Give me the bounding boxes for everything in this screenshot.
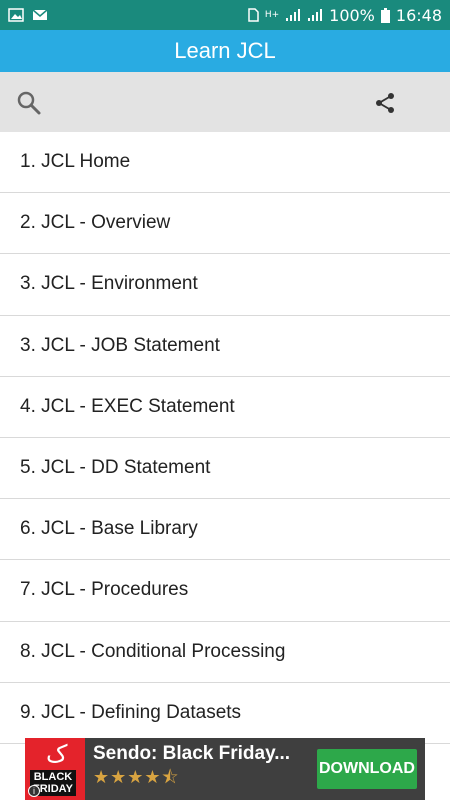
info-icon[interactable]: i	[28, 785, 40, 797]
ad-banner[interactable]: ک BLACK FRIDAY i Sendo: Black Friday... …	[25, 738, 425, 800]
image-notification-icon	[8, 8, 24, 22]
logo-glyph: ک	[46, 740, 68, 768]
app-title: Learn JCL	[174, 38, 276, 63]
list-item-label: 9. JCL - Defining Datasets	[20, 701, 242, 723]
clock: 16:48	[395, 5, 442, 25]
list-item-label: 2. JCL - Overview	[20, 212, 171, 234]
list-item-label: 3. JCL - Environment	[20, 273, 198, 295]
list-item[interactable]: 4. JCL - EXEC Statement	[0, 376, 450, 438]
list-item[interactable]: 7. JCL - Procedures	[0, 560, 450, 622]
list-item-label: 3. JCL - JOB Statement	[20, 334, 220, 356]
rating-stars: ★★★★⯪	[93, 767, 180, 787]
list-item-label: 7. JCL - Procedures	[20, 579, 189, 601]
list-item[interactable]: 3. JCL - Environment	[0, 254, 450, 316]
notification-icons	[8, 8, 48, 22]
battery-percent: 100%	[329, 5, 375, 25]
ad-app-logo: ک BLACK FRIDAY i	[25, 738, 85, 800]
list-item[interactable]: 9. JCL - Defining Datasets	[0, 682, 450, 744]
download-button[interactable]: DOWNLOAD	[317, 749, 417, 789]
status-bar: H+ 100% 16:48	[0, 0, 450, 30]
chapter-list: 1. JCL Home 2. JCL - Overview 3. JCL - E…	[0, 132, 450, 744]
list-item[interactable]: 1. JCL Home	[0, 132, 450, 194]
search-icon[interactable]	[16, 90, 42, 116]
list-item[interactable]: 6. JCL - Base Library	[0, 499, 450, 561]
list-item-label: 1. JCL Home	[20, 151, 131, 173]
sim-icon	[248, 8, 259, 22]
list-item-label: 8. JCL - Conditional Processing	[20, 640, 286, 662]
ad-title: Sendo: Black Friday...	[93, 743, 291, 764]
battery-icon	[380, 7, 390, 23]
list-item[interactable]: 8. JCL - Conditional Processing	[0, 621, 450, 683]
toolbar	[0, 72, 450, 132]
list-item-label: 6. JCL - Base Library	[20, 518, 198, 540]
list-item-label: 5. JCL - DD Statement	[20, 457, 211, 479]
ad-text: Sendo: Black Friday... ★★★★⯪	[93, 743, 313, 795]
signal-icon	[286, 9, 301, 21]
list-item[interactable]: 5. JCL - DD Statement	[0, 437, 450, 500]
list-item[interactable]: 2. JCL - Overview	[0, 193, 450, 255]
mail-notification-icon	[32, 9, 48, 20]
badge-line-1: BLACK	[33, 771, 73, 783]
system-status: H+ 100% 16:48	[247, 6, 442, 25]
list-item[interactable]: 3. JCL - JOB Statement	[0, 315, 450, 377]
app-bar: Learn JCL	[0, 30, 450, 72]
network-type: H+	[264, 10, 280, 20]
list-item-label: 4. JCL - EXEC Statement	[20, 395, 235, 417]
share-icon[interactable]	[372, 90, 398, 116]
signal-icon-2	[308, 9, 323, 21]
